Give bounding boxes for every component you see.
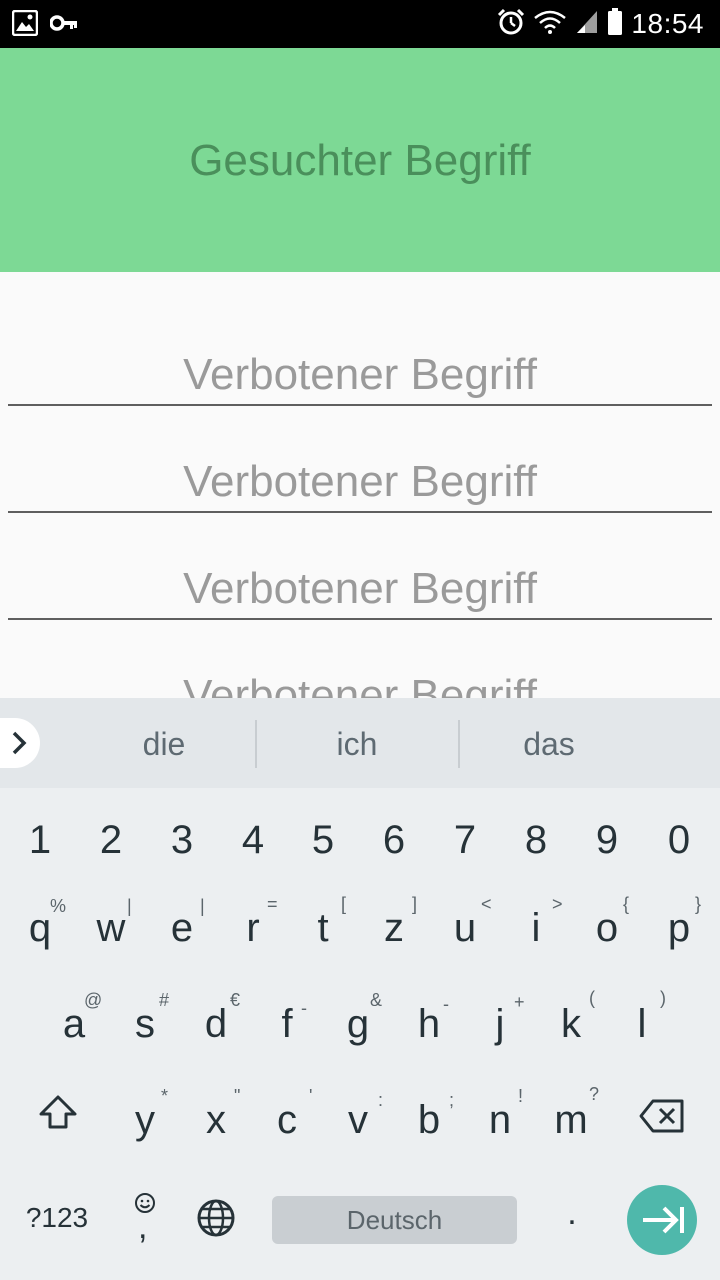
key-s[interactable]: s # bbox=[115, 990, 175, 1047]
key-x[interactable]: x " bbox=[186, 1086, 246, 1143]
key-6[interactable]: 6 bbox=[364, 818, 424, 863]
status-bar: 18:54 bbox=[0, 0, 720, 48]
forbidden-term-field-1[interactable] bbox=[8, 346, 712, 406]
key-c[interactable]: c ' bbox=[257, 1086, 317, 1143]
battery-icon bbox=[607, 7, 623, 41]
key-a[interactable]: a @ bbox=[44, 990, 104, 1047]
header-banner: Gesuchter Begriff bbox=[0, 48, 720, 272]
key-7[interactable]: 7 bbox=[435, 818, 495, 863]
key-0[interactable]: 0 bbox=[649, 818, 709, 863]
forbidden-term-field-3[interactable] bbox=[8, 560, 712, 620]
key-d[interactable]: d € bbox=[186, 990, 246, 1047]
shift-icon bbox=[38, 1095, 78, 1134]
key-q[interactable]: q% bbox=[10, 896, 70, 951]
key-p[interactable]: p} bbox=[649, 894, 709, 951]
key-9[interactable]: 9 bbox=[577, 818, 637, 863]
soft-keyboard: die ich das 1 2 3 4 5 6 7 8 9 0 q% w | e |… bbox=[0, 698, 720, 1280]
key-j[interactable]: j + bbox=[470, 992, 530, 1047]
key-k[interactable]: k( bbox=[541, 988, 601, 1047]
forbidden-term-input-2[interactable] bbox=[8, 453, 712, 511]
key-n[interactable]: n! bbox=[470, 1086, 530, 1143]
shift-key[interactable] bbox=[30, 1094, 86, 1135]
emoji-comma-key[interactable]: , bbox=[122, 1190, 170, 1250]
forbidden-term-field-2[interactable] bbox=[8, 453, 712, 513]
clock: 18:54 bbox=[631, 8, 704, 39]
enter-next-button[interactable] bbox=[627, 1185, 697, 1255]
alarm-icon bbox=[497, 8, 525, 41]
globe-icon bbox=[196, 1199, 236, 1242]
key-f[interactable]: f- bbox=[257, 998, 317, 1047]
key-m[interactable]: m? bbox=[541, 1084, 601, 1143]
expand-suggestions-button[interactable] bbox=[0, 718, 40, 768]
language-key[interactable] bbox=[194, 1198, 238, 1243]
key-v[interactable]: v: bbox=[328, 1090, 388, 1143]
suggestion-divider bbox=[458, 720, 460, 768]
searched-term-title: Gesuchter Begriff bbox=[189, 136, 531, 185]
key-r[interactable]: r = bbox=[223, 894, 283, 951]
key-y[interactable]: y * bbox=[115, 1086, 175, 1143]
key-b[interactable]: b; bbox=[399, 1090, 459, 1143]
suggestion-3[interactable]: das bbox=[489, 726, 609, 763]
key-u[interactable]: u < bbox=[435, 894, 495, 951]
symbols-key[interactable]: ?123 bbox=[14, 1202, 100, 1234]
key-4[interactable]: 4 bbox=[223, 818, 283, 863]
key-g[interactable]: g & bbox=[328, 990, 388, 1047]
suggestion-strip: die ich das bbox=[0, 698, 720, 788]
key-8[interactable]: 8 bbox=[506, 818, 566, 863]
suggestion-divider bbox=[255, 720, 257, 768]
key-icon bbox=[49, 14, 78, 37]
forbidden-term-input-3[interactable] bbox=[8, 560, 712, 618]
image-icon bbox=[11, 9, 39, 41]
key-l[interactable]: l) bbox=[612, 988, 672, 1047]
backspace-icon bbox=[639, 1099, 685, 1138]
key-5[interactable]: 5 bbox=[293, 818, 353, 863]
suggestion-2[interactable]: ich bbox=[297, 726, 417, 763]
key-1[interactable]: 1 bbox=[10, 818, 70, 863]
key-t[interactable]: t[ bbox=[293, 894, 353, 951]
space-bar[interactable]: Deutsch bbox=[272, 1196, 517, 1244]
period-key[interactable]: . bbox=[552, 1194, 592, 1233]
key-i[interactable]: i > bbox=[506, 894, 566, 951]
signal-icon bbox=[575, 9, 599, 40]
key-h[interactable]: h- bbox=[399, 994, 459, 1047]
forbidden-term-input-1[interactable] bbox=[8, 346, 712, 404]
key-e[interactable]: e | bbox=[152, 896, 212, 951]
key-w[interactable]: w | bbox=[81, 896, 141, 951]
key-3[interactable]: 3 bbox=[152, 818, 212, 863]
key-z[interactable]: z] bbox=[364, 894, 424, 951]
wifi-icon bbox=[533, 9, 567, 40]
key-o[interactable]: o{ bbox=[577, 894, 637, 951]
suggestion-1[interactable]: die bbox=[104, 726, 224, 763]
backspace-key[interactable] bbox=[634, 1098, 690, 1139]
key-2[interactable]: 2 bbox=[81, 818, 141, 863]
